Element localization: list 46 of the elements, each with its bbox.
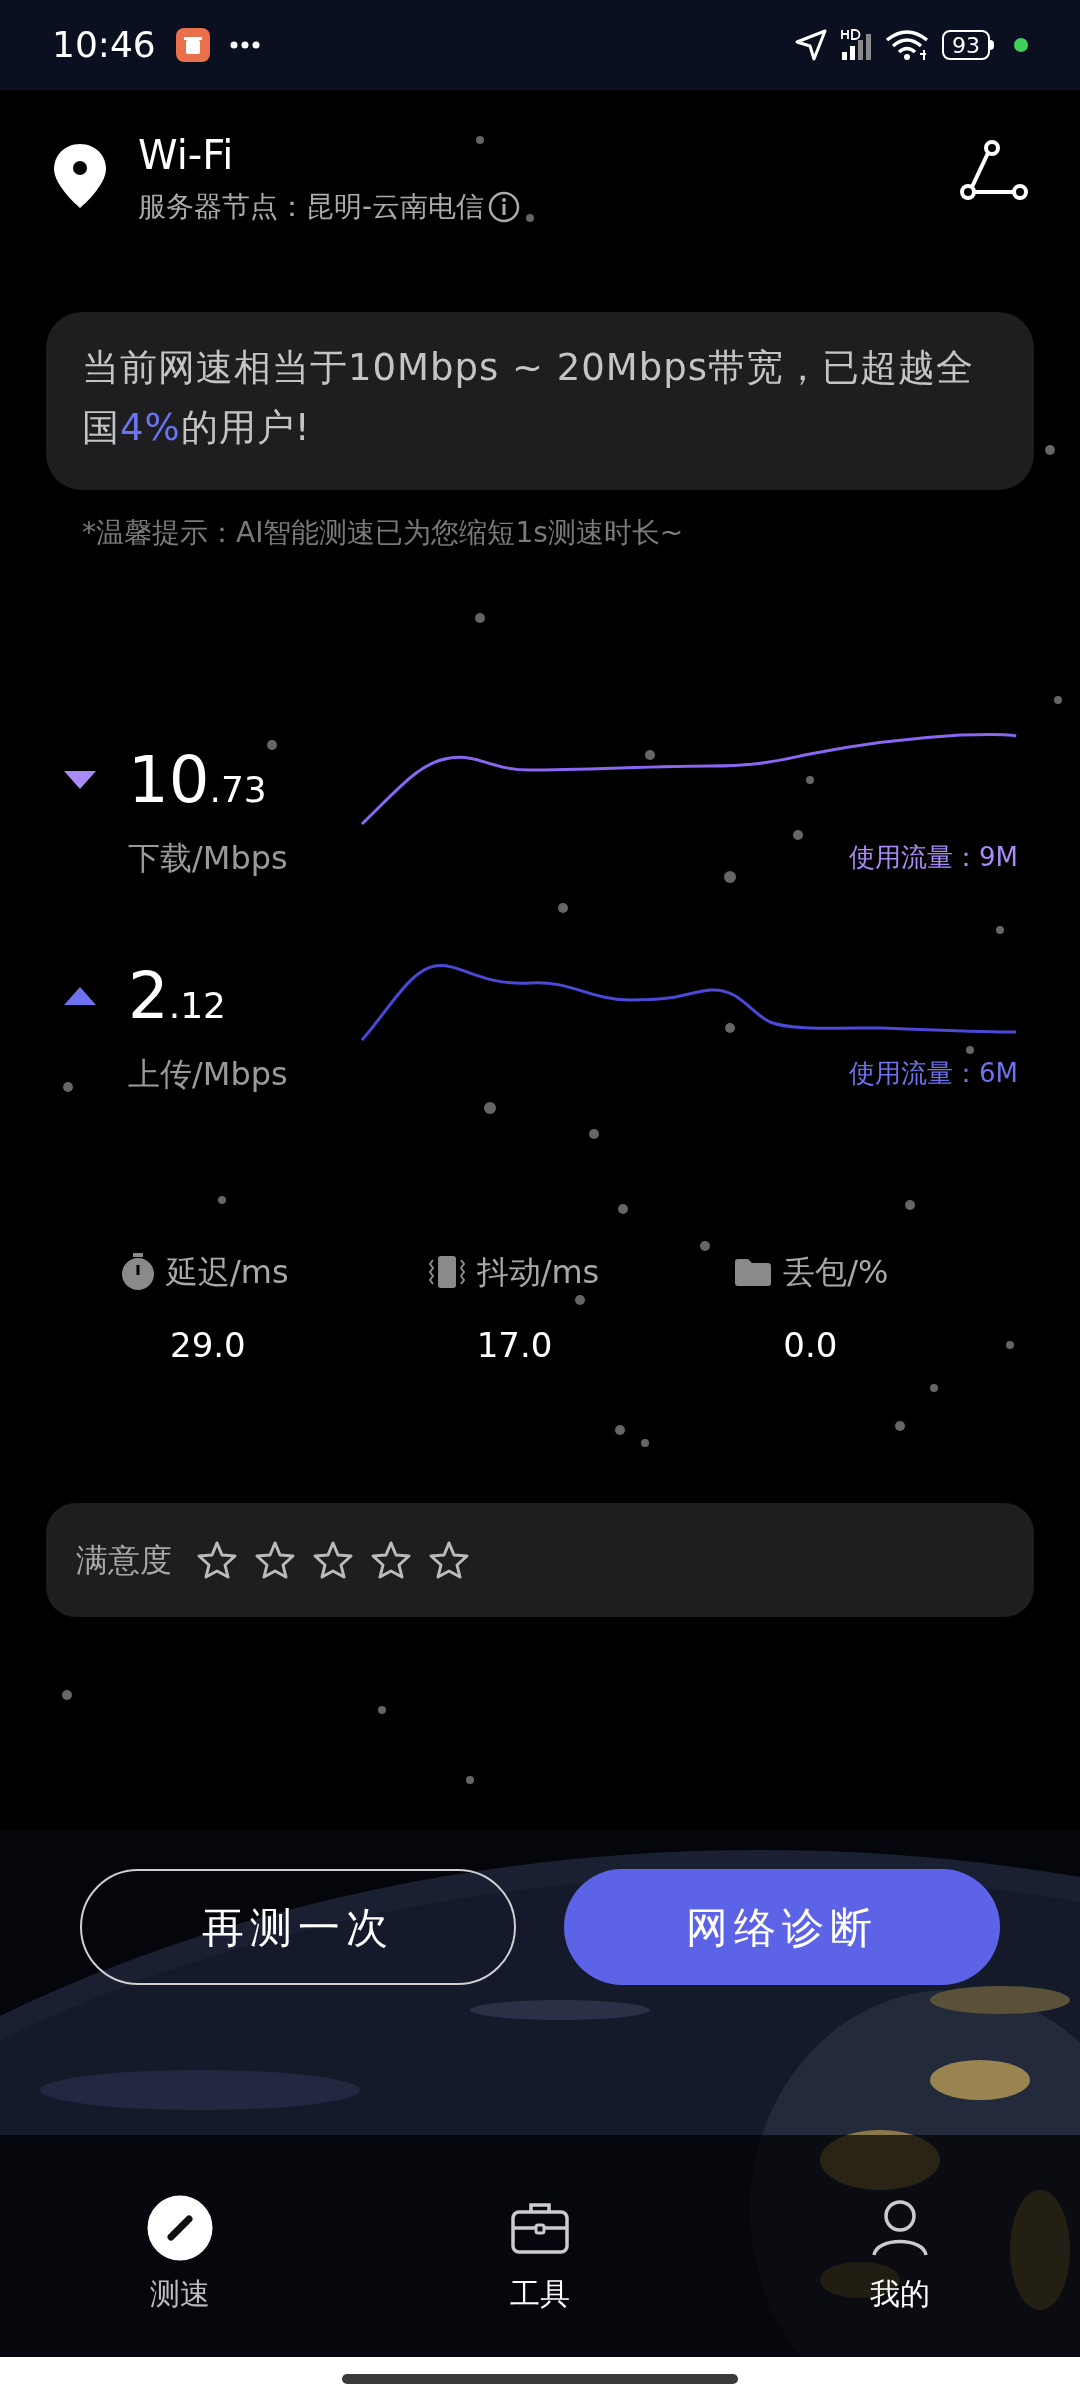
server-node-text: 服务器节点：昆明-云南电信: [138, 189, 485, 225]
retest-button[interactable]: 再测一次: [80, 1869, 516, 1985]
speed-summary-text: 当前网速相当于10Mbps ~ 20Mbps带宽，已超越全国4%的用户!: [82, 345, 976, 451]
clock-time: 10:46: [52, 23, 156, 67]
nav-tab[interactable]: 工具: [360, 2135, 720, 2357]
speed-unit-label: 上传/Mbps: [128, 1054, 289, 1095]
info-icon: [488, 191, 521, 223]
stat-value: 29.0: [170, 1324, 247, 1367]
rating-label: 满意度: [76, 1540, 172, 1581]
data-usage-text: 使用流量：6M: [849, 1057, 1018, 1090]
speed-unit-label: 下载/Mbps: [128, 838, 289, 879]
nav-tab[interactable]: 测速: [0, 2135, 360, 2357]
nav-tab[interactable]: 我的: [720, 2135, 1080, 2357]
up-triangle-icon: [62, 985, 98, 1007]
hint-text: *温馨提示：AI智能测速已为您缩短1s测速时长~: [82, 515, 685, 551]
stat-label: 丢包/%: [783, 1252, 889, 1293]
speed-value: 2.12: [128, 958, 226, 1035]
speedometer-icon: [147, 2195, 213, 2261]
stopwatch-icon: [120, 1253, 156, 1291]
rating-star-icon[interactable]: [370, 1540, 412, 1580]
stat-value: 17.0: [476, 1324, 554, 1367]
stat-label: 延迟/ms: [166, 1252, 289, 1293]
data-usage-text: 使用流量：9M: [849, 841, 1018, 874]
rating-star-icon[interactable]: [312, 1540, 354, 1580]
stat-value: 0.0: [783, 1324, 839, 1367]
down-triangle-icon: [62, 769, 98, 791]
briefcase-icon: [511, 2202, 569, 2254]
stat-label: 抖动/ms: [476, 1252, 600, 1293]
battery-indicator: 93: [942, 30, 994, 60]
signal-icon: [840, 28, 872, 62]
rating-star-icon[interactable]: [254, 1540, 296, 1580]
location-pin-icon: [52, 142, 108, 210]
vibration-icon: [426, 1254, 467, 1290]
route-icon[interactable]: [960, 140, 1028, 202]
location-arrow-icon: [794, 28, 828, 62]
speed-value: 10.73: [128, 742, 267, 819]
rating-star-icon[interactable]: [428, 1540, 470, 1580]
home-indicator[interactable]: [342, 2373, 738, 2384]
wifi-icon: [884, 28, 930, 62]
network-title: Wi-Fi: [138, 131, 234, 180]
rating-star-icon[interactable]: [196, 1540, 238, 1580]
folder-icon: [733, 1256, 774, 1288]
trash-icon: [175, 28, 210, 62]
more-icon: [229, 41, 260, 49]
diagnose-button[interactable]: 网络诊断: [564, 1869, 1000, 1985]
person-icon: [871, 2199, 929, 2257]
